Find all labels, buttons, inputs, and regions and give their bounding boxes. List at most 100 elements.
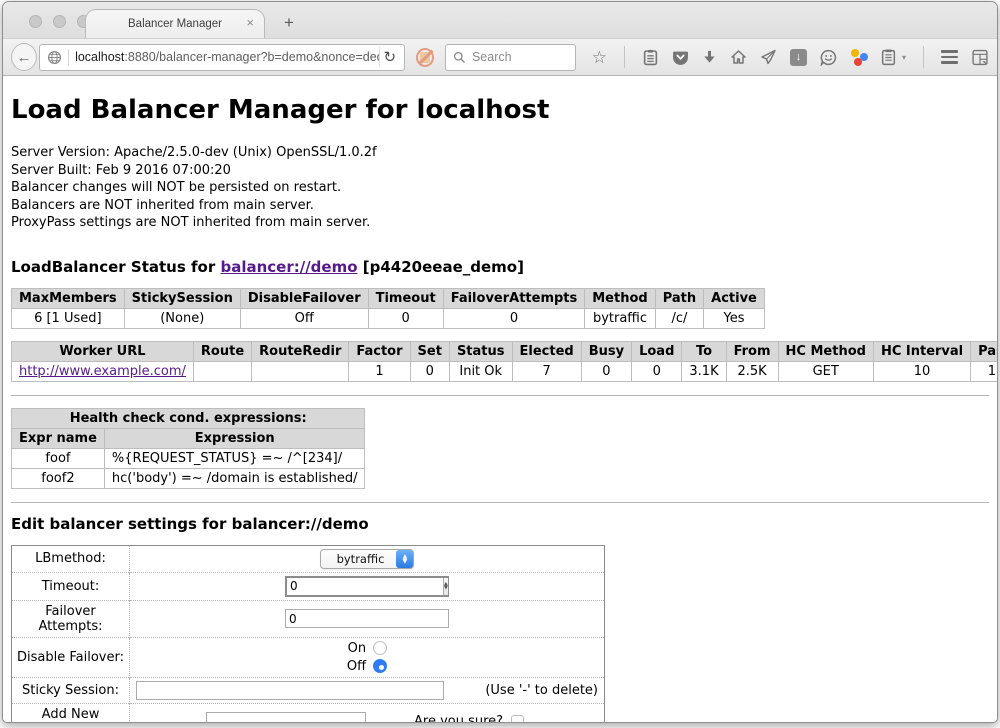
health-table-title-row: Health check cond. expressions: [12,408,365,428]
table-header-row: Expr name Expression [12,428,365,448]
clipboard-tool-icon[interactable] [881,49,896,66]
disable-failover-label: Disable Failover: [12,637,130,677]
content-blocker-icon[interactable] [416,48,434,67]
cell-passes: 1 (0) [971,361,997,381]
server-built-line: Server Built: Feb 9 2016 07:00:20 [11,162,989,180]
timeout-input-wrap: ▲▼ [285,576,449,597]
tab-groups-icon[interactable] [971,49,989,66]
cell-routeredir [252,361,349,381]
col-set: Set [410,341,449,361]
number-stepper-icon[interactable]: ▲▼ [443,578,448,595]
divider [11,502,989,503]
search-placeholder: Search [472,50,512,64]
cell-from: 2.5K [726,361,778,381]
col-elected: Elected [512,341,581,361]
home-icon[interactable] [730,49,747,65]
toolbar-divider [923,46,924,68]
health-table-title: Health check cond. expressions: [12,408,365,428]
url-bar[interactable]: localhost:8880/balancer-manager?b=demo&n… [39,44,405,71]
extension-colored-dots-icon[interactable] [850,48,868,66]
cell-worker-url: http://www.example.com/ [12,361,194,381]
sticky-session-hint: (Use '-' to delete) [485,683,600,698]
col-worker-url: Worker URL [12,341,194,361]
save-to-device-icon[interactable]: ↓ [790,49,807,66]
timeout-input[interactable] [287,578,443,595]
cell-disablefailover: Off [240,308,368,328]
cell-route [193,361,251,381]
cell-active: Yes [704,308,765,328]
inherit-notice-line: Balancers are NOT inherited from main se… [11,197,989,215]
col-passes: Passes [971,341,997,361]
cell-path: /c/ [655,308,703,328]
cell-to: 3.1K [682,361,726,381]
col-load: Load [632,341,682,361]
disable-failover-off-radio[interactable] [373,659,387,673]
confirm-checkbox[interactable] [511,715,524,722]
add-worker-input[interactable] [206,712,366,722]
reload-icon[interactable]: ↻ [379,47,399,67]
pocket-icon[interactable] [672,49,689,66]
chevron-down-icon[interactable]: ▾ [902,53,906,62]
edit-balancer-form: LBmethod: bytraffic ▲▼ Timeout: ▲▼ [11,545,605,723]
browser-window: Balancer Manager × + ← localhost:8880/ba… [2,1,998,723]
new-tab-button[interactable]: + [279,13,299,33]
lbmethod-select[interactable]: bytraffic ▲▼ [320,549,415,569]
form-row-lbmethod: LBmethod: bytraffic ▲▼ [12,545,605,572]
col-failoverattempts: FailoverAttempts [443,288,585,308]
cell-set: 0 [410,361,449,381]
failover-attempts-input[interactable] [285,609,449,628]
col-hc-method: HC Method [778,341,873,361]
cell-expr-name: foof [12,448,105,468]
cell-maxmembers: 6 [1 Used] [12,308,125,328]
navigation-bar: ← localhost:8880/balancer-manager?b=demo… [3,38,997,76]
downloads-icon[interactable] [702,49,717,65]
tab-close-icon[interactable]: × [246,15,254,30]
url-text[interactable]: localhost:8880/balancer-manager?b=demo&n… [75,50,379,64]
cell-failoverattempts: 0 [443,308,585,328]
col-status: Status [449,341,512,361]
feedback-smiley-icon[interactable] [820,49,837,66]
send-tab-icon[interactable] [760,49,777,65]
site-identity-globe-icon[interactable] [47,50,62,65]
server-version-line: Server Version: Apache/2.5.0-dev (Unix) … [11,144,989,162]
add-worker-label: Add New Worker: [12,703,130,722]
disable-failover-on-radio[interactable] [373,641,387,655]
cell-timeout: 0 [368,308,443,328]
tab-balancer-manager[interactable]: Balancer Manager × [85,9,265,38]
col-disablefailover: DisableFailover [240,288,368,308]
balancer-demo-link[interactable]: balancer://demo [220,258,357,276]
page-title: Load Balancer Manager for localhost [11,95,989,125]
page-content: Load Balancer Manager for localhost Serv… [3,78,997,722]
sticky-session-input[interactable] [136,681,444,700]
lbmethod-selected-value: bytraffic [337,552,385,566]
col-factor: Factor [349,341,410,361]
url-bar-divider [68,49,69,66]
proxypass-notice-line: ProxyPass settings are NOT inherited fro… [11,214,989,232]
close-window-button[interactable] [29,15,42,28]
cell-expression: hc('body') =~ /domain is established/ [104,468,365,488]
reading-list-icon[interactable] [642,49,659,66]
col-busy: Busy [581,341,631,361]
select-stepper-icon: ▲▼ [396,550,413,568]
table-header-row: Worker URL Route RouteRedir Factor Set S… [12,341,998,361]
cell-expr-name: foof2 [12,468,105,488]
bookmark-star-icon[interactable]: ☆ [592,49,607,66]
window-controls[interactable] [29,15,90,28]
url-path: :8880/balancer-manager?b=demo&nonce=decc… [124,50,379,64]
menu-hamburger-icon[interactable] [941,50,958,64]
worker-url-link[interactable]: http://www.example.com/ [19,364,186,379]
col-maxmembers: MaxMembers [12,288,125,308]
search-bar[interactable]: Search [445,44,576,71]
cell-method: bytraffic [585,308,655,328]
back-button[interactable]: ← [11,43,37,71]
toolbar-icons: ☆ ↓ ▾ [592,46,989,68]
form-row-failover-attempts: Failover Attempts: [12,600,605,637]
col-routeredir: RouteRedir [252,341,349,361]
minimize-window-button[interactable] [53,15,66,28]
worker-row: http://www.example.com/ 1 0 Init Ok 7 0 … [12,361,998,381]
timeout-label: Timeout: [12,572,130,600]
form-row-add-worker: Add New Worker: Are you sure? [12,703,605,722]
col-method: Method [585,288,655,308]
cell-status: Init Ok [449,361,512,381]
health-check-table: Health check cond. expressions: Expr nam… [11,408,365,489]
